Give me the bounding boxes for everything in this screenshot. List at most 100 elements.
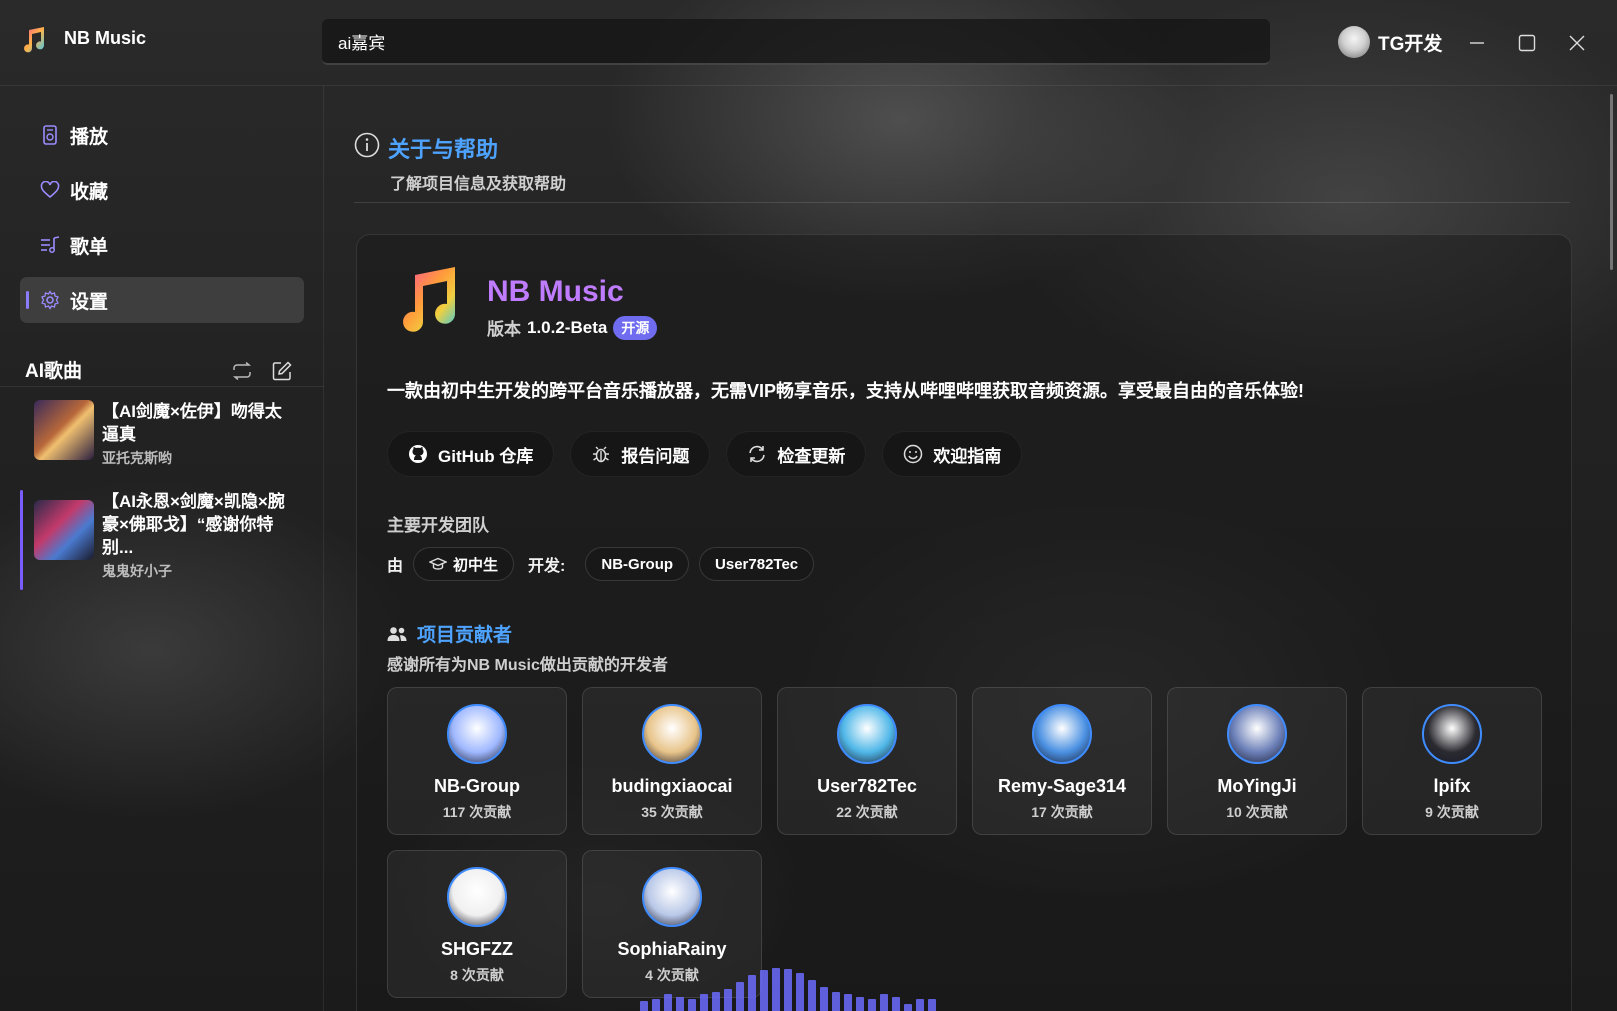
visualizer-bar bbox=[772, 968, 780, 1011]
repeat-icon bbox=[232, 362, 252, 380]
version-number: 1.0.2-Beta bbox=[527, 317, 608, 337]
scrollbar[interactable] bbox=[1610, 94, 1613, 270]
contributor-name: MoYingJi bbox=[1217, 776, 1297, 796]
search-input[interactable] bbox=[322, 19, 1270, 65]
close-button[interactable] bbox=[1560, 26, 1594, 60]
avatar bbox=[1422, 704, 1482, 764]
team-label: 主要开发团队 bbox=[387, 516, 489, 535]
visualizer-bar bbox=[844, 994, 852, 1011]
song-cover bbox=[34, 500, 94, 560]
contribution-count: 22 次贡献 bbox=[836, 804, 898, 820]
sidebar-item-label: 歌单 bbox=[70, 236, 109, 258]
sidebar-item-favorites[interactable]: 收藏 bbox=[20, 167, 304, 213]
gear-icon bbox=[40, 290, 60, 310]
contribution-count: 10 次贡献 bbox=[1226, 804, 1288, 820]
ai-songs-title: AI歌曲 bbox=[25, 361, 83, 382]
about-card: NB Music 版本 1.0.2-Beta 开源 一款由初中生开发的跨平台音乐… bbox=[356, 234, 1572, 1011]
maximize-icon bbox=[1518, 34, 1536, 52]
smile-icon bbox=[904, 444, 923, 464]
version-row: 版本 1.0.2-Beta 开源 bbox=[487, 315, 658, 340]
by-label: 由 bbox=[387, 558, 404, 575]
maximize-button[interactable] bbox=[1510, 26, 1544, 60]
visualizer-bar bbox=[832, 992, 840, 1011]
visualizer-bar bbox=[664, 994, 672, 1011]
contributor-name: NB-Group bbox=[434, 776, 520, 796]
contributor-name: budingxiaocai bbox=[611, 776, 733, 796]
contribution-count: 17 次贡献 bbox=[1031, 804, 1093, 820]
sidebar-item-playlist[interactable]: 歌单 bbox=[20, 222, 304, 268]
visualizer-bar bbox=[700, 994, 708, 1011]
visualizer-bar bbox=[676, 997, 684, 1011]
github-icon bbox=[409, 445, 427, 463]
contributor-card[interactable]: NB-Group 117 次贡献 bbox=[387, 687, 567, 835]
sidebar-item-play[interactable]: 播放 bbox=[20, 112, 304, 158]
visualizer-bar bbox=[904, 1004, 912, 1011]
contributors-subtitle: 感谢所有为NB Music做出贡献的开发者 bbox=[387, 657, 668, 674]
avatar bbox=[837, 704, 897, 764]
visualizer-bar bbox=[652, 999, 660, 1011]
visualizer-bar bbox=[784, 969, 792, 1011]
dev-chip[interactable]: User782Tec bbox=[699, 547, 815, 581]
contributors-header: 项目贡献者 bbox=[387, 620, 512, 647]
page-title: 关于与帮助 bbox=[388, 137, 499, 162]
graduation-cap-icon bbox=[429, 557, 448, 570]
main-content: 关于与帮助 了解项目信息及获取帮助 NB Music 版本 1.0.2-Beta… bbox=[324, 86, 1617, 1011]
sidebar-item-settings[interactable]: 设置 bbox=[20, 277, 304, 323]
visualizer-bar bbox=[856, 997, 864, 1011]
audio-visualizer bbox=[640, 960, 936, 1011]
report-issue-label: 报告问题 bbox=[621, 446, 690, 466]
visualizer-bar bbox=[796, 973, 804, 1011]
song-title: 【AI剑魔×佐伊】吻得太逼真 bbox=[102, 402, 282, 444]
song-title: 【AI永恩×剑魔×凯隐×腕豪×佛耶戈】“感谢你特别... bbox=[102, 492, 285, 557]
contributor-card[interactable]: Remy-Sage314 17 次贡献 bbox=[972, 687, 1152, 835]
github-button-label: GitHub 仓库 bbox=[438, 446, 534, 466]
visualizer-bar bbox=[736, 982, 744, 1011]
avatar bbox=[642, 704, 702, 764]
contributor-card[interactable]: User782Tec 22 次贡献 bbox=[777, 687, 957, 835]
divider bbox=[354, 202, 1570, 203]
visualizer-bar bbox=[916, 999, 924, 1011]
contributor-name: User782Tec bbox=[817, 776, 917, 796]
contributor-card[interactable]: SHGFZZ 8 次贡献 bbox=[387, 850, 567, 998]
visualizer-bar bbox=[760, 970, 768, 1011]
title-bar: NB Music TG开发 bbox=[0, 0, 1617, 86]
visualizer-bar bbox=[868, 999, 876, 1011]
edit-button[interactable] bbox=[269, 358, 295, 384]
contributor-name: Remy-Sage314 bbox=[997, 776, 1127, 796]
app-name: NB Music bbox=[64, 28, 147, 48]
contribution-count: 35 次贡献 bbox=[641, 804, 703, 820]
contributor-card[interactable]: lpifx 9 次贡献 bbox=[1362, 687, 1542, 835]
app-title: NB Music bbox=[487, 275, 624, 308]
ai-songs-header: AI歌曲 bbox=[25, 356, 305, 386]
playlist-icon bbox=[40, 235, 60, 255]
close-icon bbox=[1569, 35, 1585, 51]
visualizer-bar bbox=[808, 980, 816, 1011]
check-update-button[interactable]: 检查更新 bbox=[726, 431, 867, 477]
welcome-guide-button[interactable]: 欢迎指南 bbox=[882, 431, 1023, 477]
visualizer-bar bbox=[724, 989, 732, 1011]
avatar bbox=[1032, 704, 1092, 764]
action-buttons: GitHub 仓库 报告问题 检查更新 欢迎指南 bbox=[387, 431, 1023, 477]
refresh-button[interactable] bbox=[229, 358, 255, 384]
open-source-badge: 开源 bbox=[613, 315, 658, 340]
visualizer-bar bbox=[748, 975, 756, 1011]
list-item[interactable]: 【AI永恩×剑魔×凯隐×腕豪×佛耶戈】“感谢你特别... 鬼鬼好小子 bbox=[20, 490, 310, 590]
contributors-title: 项目贡献者 bbox=[417, 625, 513, 646]
contributor-card[interactable]: budingxiaocai 35 次贡献 bbox=[582, 687, 762, 835]
report-issue-button[interactable]: 报告问题 bbox=[570, 431, 711, 477]
github-button[interactable]: GitHub 仓库 bbox=[387, 431, 555, 477]
contribution-count: 9 次贡献 bbox=[1425, 804, 1479, 820]
song-artist: 鬼鬼好小子 bbox=[102, 563, 172, 579]
list-item[interactable]: 【AI剑魔×佐伊】吻得太逼真 亚托克斯哟 bbox=[20, 400, 310, 468]
minimize-button[interactable] bbox=[1460, 26, 1494, 60]
avatar[interactable] bbox=[1338, 26, 1370, 58]
divider bbox=[0, 386, 324, 387]
user-account[interactable]: TG开发 bbox=[1338, 26, 1442, 58]
dev-chip[interactable]: NB-Group bbox=[585, 547, 690, 581]
contributor-card[interactable]: MoYingJi 10 次贡献 bbox=[1167, 687, 1347, 835]
page-header: 关于与帮助 了解项目信息及获取帮助 bbox=[354, 132, 566, 193]
refresh-icon bbox=[749, 445, 766, 463]
user-name[interactable]: TG开发 bbox=[1378, 29, 1442, 56]
welcome-guide-label: 欢迎指南 bbox=[933, 446, 1002, 466]
edit-icon bbox=[272, 361, 292, 381]
